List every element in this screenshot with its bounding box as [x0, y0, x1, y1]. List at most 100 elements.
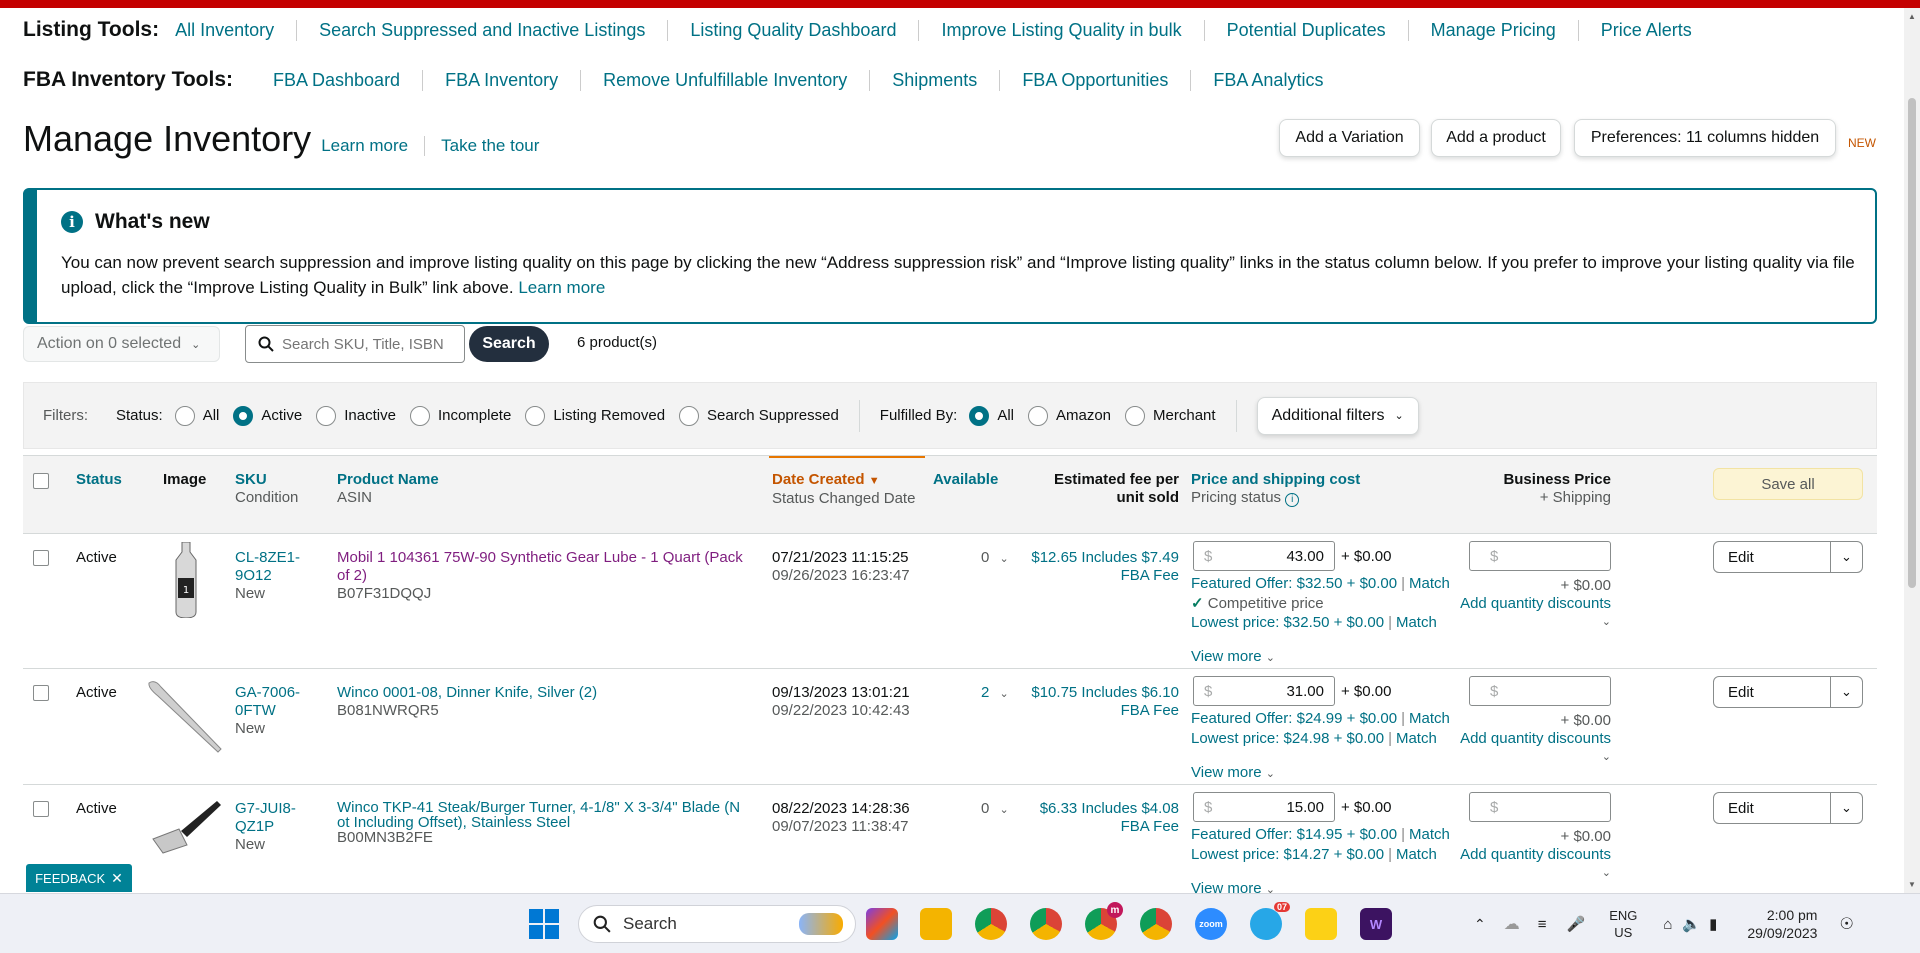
select-all-checkbox[interactable] — [33, 473, 49, 489]
add-product-button[interactable]: Add a product — [1431, 119, 1561, 157]
match-lowest-link[interactable]: Match — [1396, 614, 1437, 631]
chevron-down-icon[interactable]: ⌄ — [1453, 864, 1611, 882]
match-featured-link[interactable]: Match — [1409, 575, 1450, 592]
taskbar-search[interactable]: Search — [578, 905, 856, 943]
feedback-button[interactable]: FEEDBACK ✕ — [26, 864, 132, 892]
match-lowest-link[interactable]: Match — [1396, 730, 1437, 747]
telegram-icon[interactable]: 07 — [1250, 902, 1290, 940]
preferences-button[interactable]: Preferences: 11 columns hidden — [1574, 119, 1836, 157]
edit-options-dropdown[interactable]: ⌄ — [1830, 542, 1862, 572]
add-quantity-discounts-link[interactable]: Add quantity discounts — [1453, 595, 1611, 613]
save-all-button[interactable]: Save all — [1713, 468, 1863, 500]
nav-potential-duplicates[interactable]: Potential Duplicates — [1203, 19, 1408, 41]
add-quantity-discounts-link[interactable]: Add quantity discounts — [1453, 730, 1611, 748]
fulfilled-radio-all[interactable] — [969, 405, 990, 426]
settings-sliders-icon[interactable]: ≡ — [1538, 916, 1547, 933]
business-price-input[interactable]: $ — [1469, 541, 1611, 571]
microphone-icon[interactable]: 🎤 — [1567, 915, 1586, 933]
product-image[interactable] — [145, 677, 225, 753]
nav-improve-listing-quality-bulk[interactable]: Improve Listing Quality in bulk — [918, 19, 1203, 41]
status-radio-all[interactable] — [174, 405, 195, 426]
file-explorer-icon[interactable] — [920, 908, 952, 940]
zoom-icon[interactable]: zoom — [1195, 908, 1227, 940]
nav-search-suppressed[interactable]: Search Suppressed and Inactive Listings — [296, 19, 667, 41]
row-checkbox[interactable] — [33, 550, 49, 566]
copilot-icon[interactable] — [866, 908, 898, 940]
match-featured-link[interactable]: Match — [1409, 710, 1450, 727]
chrome-icon[interactable] — [1030, 908, 1062, 940]
fee-link[interactable]: $12.65 Includes $7.49 FBA Fee — [1003, 549, 1179, 585]
chevron-down-icon[interactable]: ⌄ — [1453, 613, 1611, 631]
col-date-created[interactable]: Date Created ▼ Status Changed Date — [772, 471, 915, 508]
language-indicator[interactable]: ENG US — [1609, 907, 1637, 941]
chevron-up-icon[interactable]: ⌃ — [1474, 916, 1486, 933]
learn-more-link[interactable]: Learn more — [321, 136, 426, 156]
nav-manage-pricing[interactable]: Manage Pricing — [1407, 19, 1578, 41]
row-sku[interactable]: G7-JUI8- QZ1P New — [235, 800, 296, 854]
col-status[interactable]: Status — [76, 471, 122, 489]
col-available[interactable]: Available — [933, 471, 998, 489]
status-radio-inactive[interactable] — [316, 405, 337, 426]
whats-new-learn-more[interactable]: Learn more — [518, 278, 605, 297]
fulfilled-radio-merchant[interactable] — [1125, 405, 1146, 426]
sticky-notes-icon[interactable] — [1305, 908, 1337, 940]
col-product-name[interactable]: Product Name ASIN — [337, 471, 439, 507]
business-price-input[interactable]: $ — [1469, 792, 1611, 822]
price-input[interactable]: $43.00 — [1193, 541, 1335, 571]
nav-all-inventory[interactable]: All Inventory — [175, 20, 296, 41]
notifications-icon[interactable]: ☉ — [1839, 914, 1853, 934]
nav-fba-opportunities[interactable]: FBA Opportunities — [999, 69, 1190, 91]
status-radio-incomplete[interactable] — [409, 405, 430, 426]
nav-fba-analytics[interactable]: FBA Analytics — [1190, 69, 1345, 91]
chrome-icon[interactable]: m — [1085, 902, 1123, 940]
edit-button[interactable]: Edit ⌄ — [1713, 792, 1863, 824]
take-tour-link[interactable]: Take the tour — [441, 136, 539, 156]
nav-shipments[interactable]: Shipments — [869, 69, 999, 91]
search-input[interactable] — [282, 335, 452, 353]
nav-fba-inventory[interactable]: FBA Inventory — [422, 69, 580, 91]
wifi-icon[interactable]: ⌂ — [1663, 916, 1672, 933]
edit-options-dropdown[interactable]: ⌄ — [1830, 677, 1862, 707]
clock[interactable]: 2:00 pm 29/09/2023 — [1747, 906, 1817, 942]
add-quantity-discounts-link[interactable]: Add quantity discounts — [1453, 846, 1611, 864]
product-image[interactable]: 1 — [166, 541, 206, 619]
price-input[interactable]: $15.00 — [1193, 792, 1335, 822]
fee-link[interactable]: $10.75 Includes $6.10 FBA Fee — [1003, 684, 1179, 720]
scroll-up-icon[interactable]: ▲ — [1908, 12, 1916, 21]
edit-button[interactable]: Edit ⌄ — [1713, 676, 1863, 708]
add-variation-button[interactable]: Add a Variation — [1279, 119, 1420, 157]
search-button[interactable]: Search — [469, 326, 549, 362]
nav-remove-unfulfillable[interactable]: Remove Unfulfillable Inventory — [580, 69, 869, 91]
edit-button[interactable]: Edit ⌄ — [1713, 541, 1863, 573]
battery-icon[interactable]: ▮ — [1709, 915, 1717, 933]
status-radio-active[interactable] — [233, 405, 254, 426]
product-image[interactable] — [151, 795, 223, 855]
nav-fba-dashboard[interactable]: FBA Dashboard — [273, 70, 422, 91]
row-sku[interactable]: GA-7006- 0FTW New — [235, 684, 300, 738]
match-featured-link[interactable]: Match — [1409, 826, 1450, 843]
chevron-down-icon[interactable]: ⌄ — [1453, 748, 1611, 766]
bulk-action-dropdown[interactable]: Action on 0 selected ⌄ — [23, 326, 220, 362]
windows-start-icon[interactable] — [529, 909, 559, 939]
app-w-icon[interactable]: W — [1360, 908, 1392, 940]
scrollbar-thumb[interactable] — [1908, 98, 1916, 588]
edit-options-dropdown[interactable]: ⌄ — [1830, 793, 1862, 823]
cloud-icon[interactable]: ☁ — [1504, 914, 1520, 934]
fee-link[interactable]: $6.33 Includes $4.08 FBA Fee — [1003, 800, 1179, 836]
info-icon[interactable]: i — [1285, 493, 1300, 507]
additional-filters-button[interactable]: Additional filters ⌄ — [1256, 396, 1419, 435]
page-scrollbar[interactable]: ▲ ▼ — [1904, 8, 1920, 893]
scroll-down-icon[interactable]: ▼ — [1908, 880, 1916, 889]
close-icon[interactable]: ✕ — [111, 870, 123, 887]
match-lowest-link[interactable]: Match — [1396, 846, 1437, 863]
status-radio-search-suppressed[interactable] — [679, 405, 700, 426]
product-name-link[interactable]: Winco TKP-41 Steak/Burger Turner, 4-1/8"… — [337, 800, 762, 830]
col-price[interactable]: Price and shipping cost Pricing status i — [1191, 471, 1360, 507]
row-sku[interactable]: CL-8ZE1- 9O12 New — [235, 549, 300, 603]
chrome-icon[interactable] — [975, 908, 1007, 940]
view-more-link[interactable]: View more ⌄ — [1191, 880, 1275, 893]
view-more-link[interactable]: View more ⌄ — [1191, 648, 1275, 667]
nav-price-alerts[interactable]: Price Alerts — [1577, 19, 1714, 41]
business-price-input[interactable]: $ — [1469, 676, 1611, 706]
price-input[interactable]: $31.00 — [1193, 676, 1335, 706]
